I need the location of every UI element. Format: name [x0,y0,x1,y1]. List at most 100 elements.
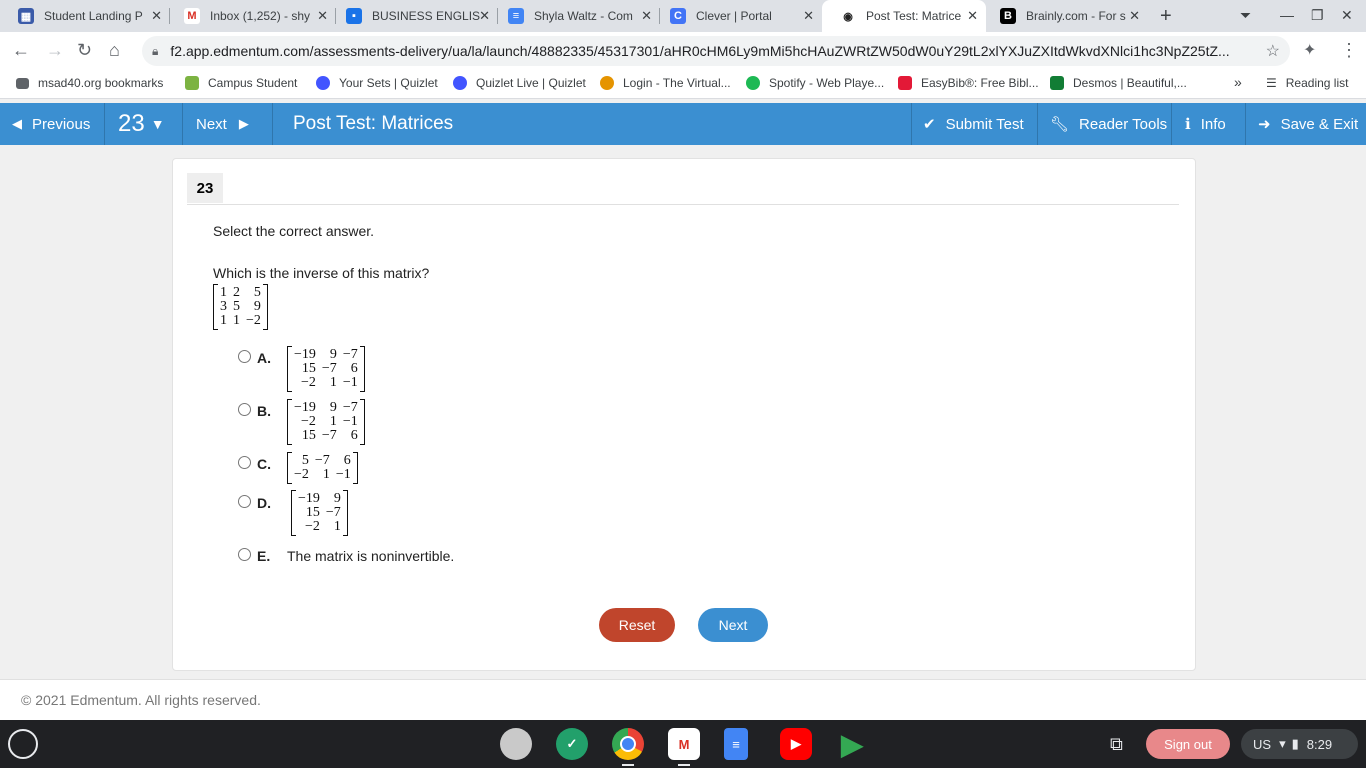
close-tab-icon[interactable]: ✕ [803,8,814,24]
matrix-right-bracket [352,452,358,484]
gmail-icon[interactable]: M [668,728,700,760]
student-app-icon[interactable] [500,728,532,760]
sign-out-button[interactable]: Sign out [1146,729,1230,759]
option-b-radio[interactable] [238,403,251,416]
more-bookmarks-icon[interactable]: » [1234,74,1242,90]
extensions-icon[interactable]: ✦ [1303,40,1316,60]
browser-tab[interactable]: ▪ BUSINESS ENGLIS ✕ [328,0,498,32]
option-a-label[interactable]: A. [257,350,271,366]
close-tab-icon[interactable]: ✕ [641,8,652,24]
launcher-icon[interactable] [8,729,38,759]
matrix-entry: 1 [220,313,227,328]
edmentum-icon: ◉ [840,8,856,24]
matrix-entry: −7 [314,453,330,468]
browser-tab[interactable]: M Inbox (1,252) - shy ✕ [166,0,336,32]
docs-icon[interactable]: ≡ [724,728,748,760]
option-d-matrix[interactable]: −19 9 15 −7 −2 1 [291,490,348,536]
bookmark-item[interactable]: Login - The Virtual... [600,76,731,90]
question-matrix: 1 2 5 3 5 9 1 1 −2 [213,284,268,330]
option-d-radio[interactable] [238,495,251,508]
back-icon[interactable]: ← [12,40,30,61]
url-text[interactable]: f2.app.edmentum.com/assessments-delivery… [170,43,1250,59]
close-tab-icon[interactable]: ✕ [479,8,490,24]
clever-icon: C [670,8,686,24]
info-button[interactable]: ℹ Info [1185,103,1226,145]
next-toolbar-button[interactable]: Next ▶ [196,103,249,145]
divider [187,204,1179,205]
lock-icon[interactable]: 🔒︎ [152,44,158,59]
bookmark-item[interactable]: Campus Student [185,76,297,90]
bookmark-item[interactable]: EasyBib®: Free Bibl... [898,76,1039,90]
locale-indicator: US [1253,736,1272,752]
option-c-radio[interactable] [238,456,251,469]
home-icon[interactable]: ⌂ [109,40,120,61]
option-d-label[interactable]: D. [257,495,271,511]
question-selector[interactable]: 23 ▼ [118,103,165,145]
previous-button[interactable]: ◀ Previous [12,103,90,145]
close-tab-icon[interactable]: ✕ [1129,8,1140,24]
option-c-label[interactable]: C. [257,456,271,472]
reading-list[interactable]: ☰ Reading list [1266,76,1348,90]
address-bar[interactable]: 🔒︎ f2.app.edmentum.com/assessments-deliv… [142,36,1290,66]
reader-tools-button[interactable]: 🔧︎ Reader Tools [1050,103,1167,145]
close-tab-icon[interactable]: ✕ [967,8,978,24]
bookmark-star-icon[interactable]: ☆ [1266,41,1280,61]
virtual-learning-icon [600,76,614,90]
browser-tab[interactable]: C Clever | Portal ✕ [652,0,822,32]
matrix-entry: −1 [342,414,358,429]
option-a-matrix[interactable]: −19 9 −7 15 −7 6 −2 1 −1 [287,346,365,392]
tab-search-icon[interactable]: ⏷ [1240,7,1251,24]
close-window-icon[interactable]: ✕ [1341,7,1353,24]
matrix-entry: 15 [305,505,320,520]
new-tab-icon[interactable]: + [1160,5,1172,28]
reset-button[interactable]: Reset [599,608,675,642]
option-b-label[interactable]: B. [257,403,271,419]
close-tab-icon[interactable]: ✕ [151,8,162,24]
browser-tab[interactable]: B Brainly.com - For s ✕ [982,0,1148,32]
bookmark-item[interactable]: Quizlet Live | Quizlet [453,76,586,90]
active-indicator [622,764,634,766]
browser-tab-active[interactable]: ◉ Post Test: Matrice ✕ [822,0,986,32]
browser-toolbar: ← → ↻ ⌂ 🔒︎ f2.app.edmentum.com/assessmen… [0,32,1366,70]
classroom-icon: ▪ [346,8,362,24]
play-store-icon[interactable]: ▶ [836,728,868,760]
browser-tab[interactable]: ▦ Student Landing P ✕ [0,0,170,32]
restore-icon[interactable]: ❐ [1311,7,1324,24]
kami-icon[interactable]: ✓ [556,728,588,760]
easybib-icon [898,76,912,90]
brainly-icon: B [1000,8,1016,24]
minimize-icon[interactable]: — [1280,7,1294,23]
browser-tab[interactable]: ≡ Shyla Waltz - Com ✕ [490,0,660,32]
bookmark-item[interactable]: Your Sets | Quizlet [316,76,438,90]
option-e-text[interactable]: The matrix is noninvertible. [287,548,454,564]
save-exit-button[interactable]: ➜ Save & Exit [1258,103,1358,145]
matrix-right-bracket [342,490,348,536]
chevron-down-icon: ▼ [150,116,165,132]
option-c-matrix[interactable]: 5 −7 6 −2 1 −1 [287,452,358,484]
page-title: Post Test: Matrices [293,113,454,134]
matrix-entry: 15 [301,428,316,443]
docs-icon: ≡ [508,8,524,24]
submit-test-button[interactable]: ✔ Submit Test [923,103,1024,145]
option-e-label[interactable]: E. [257,548,270,564]
forward-icon[interactable]: → [46,40,64,61]
arrow-right-circle-icon: ▶ [238,116,249,131]
youtube-icon[interactable]: ▶ [780,728,812,760]
bookmark-item[interactable]: Desmos | Beautiful,... [1050,76,1187,90]
matrix-entry: −2 [301,414,316,429]
bookmark-folder[interactable]: msad40.org bookmarks [16,76,163,90]
wrench-icon: 🔧︎ [1050,116,1070,133]
option-a-radio[interactable] [238,350,251,363]
matrix-entry: 1 [322,467,330,482]
option-e-radio[interactable] [238,548,251,561]
system-tray[interactable]: US ▾ ▮ 8:29 [1241,729,1358,759]
chrome-icon[interactable] [612,728,644,760]
tote-icon[interactable]: ⧉ [1110,734,1123,755]
reload-icon[interactable]: ↻ [77,40,92,61]
bookmarks-bar: msad40.org bookmarks Campus Student Your… [0,70,1366,99]
option-b-matrix[interactable]: −19 9 −7 −2 1 −1 15 −7 6 [287,399,365,445]
close-tab-icon[interactable]: ✕ [317,8,328,24]
bookmark-item[interactable]: Spotify - Web Playe... [746,76,884,90]
next-button[interactable]: Next [698,608,768,642]
menu-icon[interactable]: ⋮ [1340,40,1358,61]
